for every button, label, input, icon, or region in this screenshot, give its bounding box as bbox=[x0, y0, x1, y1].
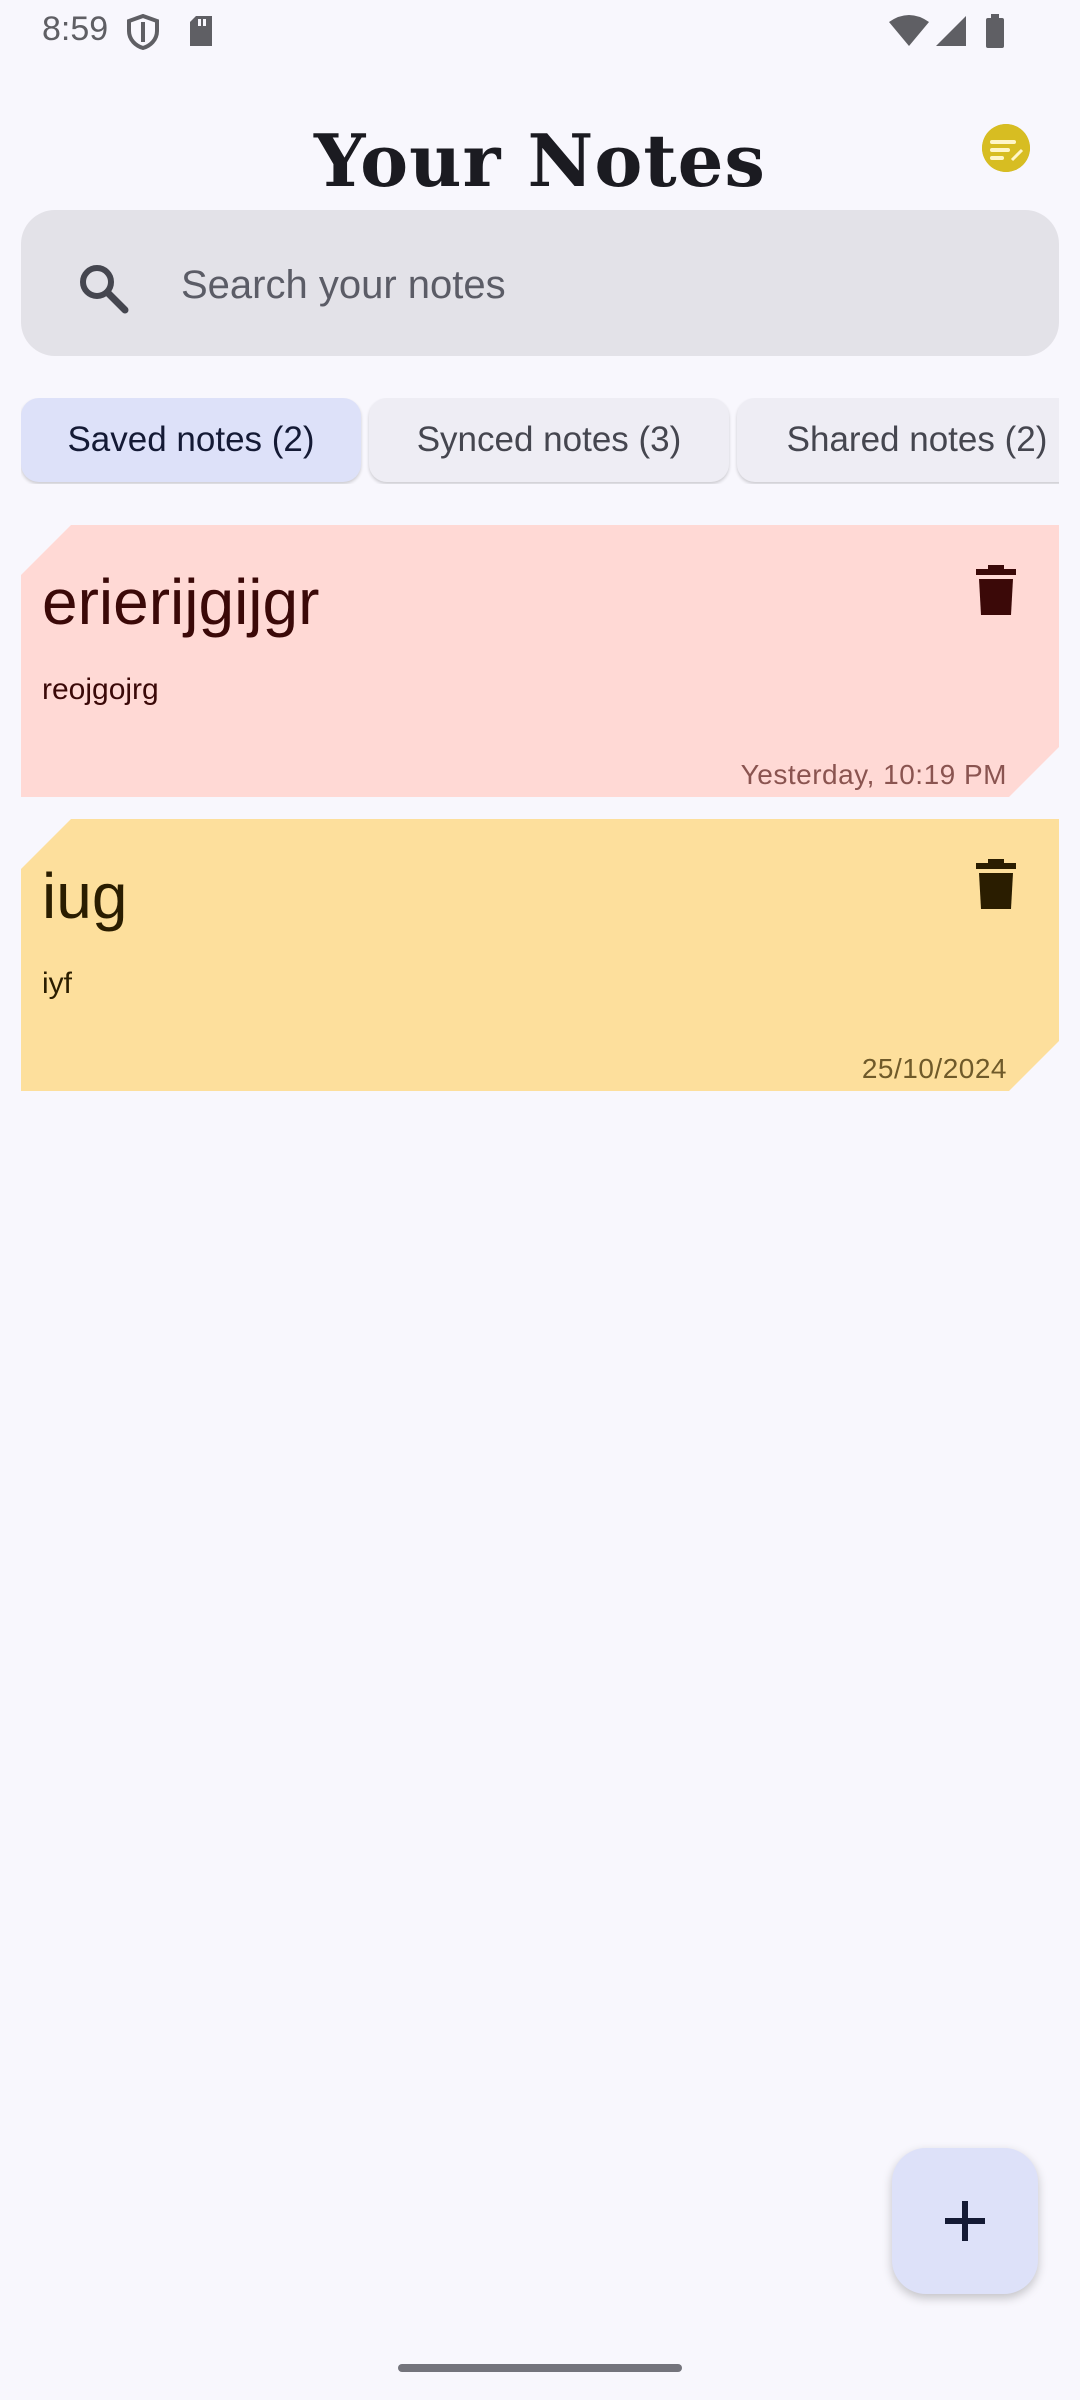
trash-icon bbox=[976, 859, 1016, 909]
search-input[interactable] bbox=[179, 254, 1023, 316]
notes-screen: 8:59 Your Notes Search your notes Saved … bbox=[0, 0, 1080, 2400]
gesture-navigation-bar[interactable] bbox=[398, 2364, 682, 2372]
status-bar: 8:59 bbox=[0, 0, 1080, 64]
note-category-tabs: Saved notes (2) Synced notes (3) Shared … bbox=[21, 398, 1059, 484]
delete-note-button[interactable] bbox=[975, 565, 1017, 620]
battery-icon bbox=[984, 14, 1006, 53]
note-date: Yesterday, 10:19 PM bbox=[740, 759, 1007, 790]
note-card[interactable]: erierijgijgr reojgojrg Yesterday, 10:19 … bbox=[21, 525, 1059, 797]
tab-synced-notes[interactable]: Synced notes (3) bbox=[369, 398, 729, 482]
note-body: iyf bbox=[42, 967, 72, 1000]
app-logo-image bbox=[982, 124, 1030, 172]
shield-icon bbox=[126, 13, 160, 55]
note-body: reojgojrg bbox=[42, 673, 159, 706]
app-logo[interactable] bbox=[982, 124, 1030, 172]
tab-shared-notes[interactable]: Shared notes (2) bbox=[737, 398, 1059, 482]
plus-icon bbox=[945, 2201, 985, 2241]
note-title: iug bbox=[42, 860, 128, 932]
cellular-signal-icon bbox=[934, 14, 968, 53]
delete-note-button[interactable] bbox=[975, 859, 1017, 914]
sd-card-icon bbox=[186, 14, 216, 53]
note-card[interactable]: iug iyf 25/10/2024 bbox=[21, 819, 1059, 1091]
wifi-icon bbox=[888, 14, 930, 53]
page-title: Your Notes bbox=[314, 118, 766, 203]
note-date: 25/10/2024 bbox=[861, 1053, 1007, 1084]
trash-icon bbox=[976, 565, 1016, 615]
search-icon bbox=[77, 262, 129, 319]
search-bar[interactable] bbox=[21, 210, 1059, 356]
tab-saved-notes[interactable]: Saved notes (2) bbox=[21, 398, 361, 482]
note-title: erierijgijgr bbox=[42, 566, 320, 638]
add-note-button[interactable] bbox=[892, 2148, 1038, 2294]
status-time: 8:59 bbox=[42, 10, 109, 48]
